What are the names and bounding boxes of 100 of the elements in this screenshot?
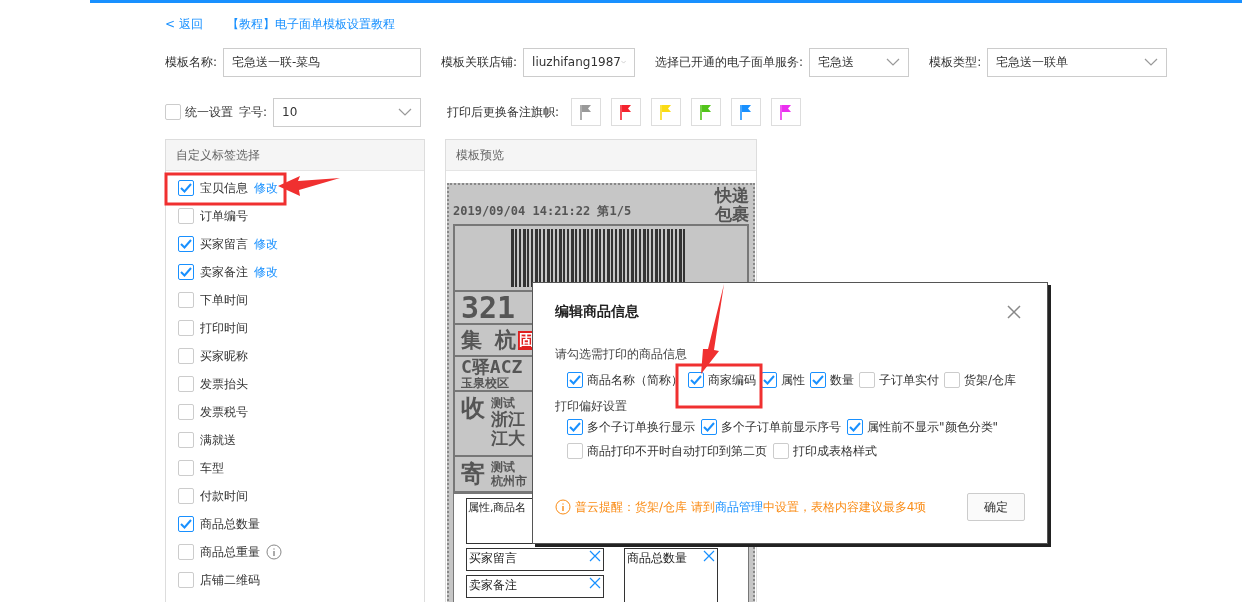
chevron-down-icon bbox=[1144, 58, 1159, 66]
tag-label: 付款时间 bbox=[200, 487, 248, 505]
flag-button[interactable] bbox=[691, 98, 722, 126]
checkbox[interactable] bbox=[178, 544, 194, 560]
checkbox[interactable] bbox=[178, 320, 194, 336]
flag-button[interactable] bbox=[731, 98, 762, 126]
checkbox[interactable] bbox=[567, 419, 583, 435]
flag-button[interactable] bbox=[571, 98, 602, 126]
option-label: 数量 bbox=[830, 371, 854, 389]
checkbox-label: 统一设置 bbox=[185, 103, 233, 121]
tag-label: 订单编号 bbox=[200, 207, 248, 225]
receiver-text: 江大 bbox=[491, 429, 525, 448]
label-timestamp: 2019/09/04 14:21:22 第1/5 bbox=[453, 203, 632, 220]
tag-label: 商品总数量 bbox=[200, 515, 260, 533]
service-text: 包裹 bbox=[715, 205, 749, 224]
checkbox[interactable] bbox=[810, 372, 826, 388]
section-title: 请勾选需打印的商品信息 bbox=[555, 346, 688, 363]
option-label: 多个子订单换行显示 bbox=[587, 418, 695, 436]
checkbox[interactable] bbox=[178, 488, 194, 504]
info-icon bbox=[555, 499, 571, 515]
tag-label: 商品总重量 bbox=[200, 543, 260, 561]
checkbox[interactable] bbox=[944, 372, 960, 388]
close-icon[interactable] bbox=[589, 550, 601, 562]
select-field[interactable]: liuzhifang1987 bbox=[523, 47, 636, 77]
checkbox[interactable] bbox=[859, 372, 875, 388]
checkbox[interactable] bbox=[178, 264, 194, 280]
flag-button[interactable] bbox=[611, 98, 642, 126]
label-field: 买家留言 bbox=[466, 548, 604, 571]
service-text: 快递 bbox=[715, 186, 749, 205]
panel-header: 模板预览 bbox=[446, 140, 756, 171]
select-field[interactable]: 宅急送 bbox=[809, 47, 910, 77]
label-field: 卖家备注 bbox=[466, 575, 604, 598]
checkbox[interactable] bbox=[178, 208, 194, 224]
checkbox[interactable] bbox=[178, 180, 194, 196]
checkbox[interactable] bbox=[773, 443, 789, 459]
flag-button[interactable] bbox=[771, 98, 802, 126]
option-label: 商家编码 bbox=[708, 371, 756, 389]
field-label: 选择已开通的电子面单服务: bbox=[655, 53, 804, 71]
field-label: 模板关联店铺: bbox=[441, 53, 518, 71]
field-label: 打印后更换备注旗帜: bbox=[447, 103, 560, 121]
option-label: 子订单实付 bbox=[879, 371, 939, 389]
info-icon[interactable] bbox=[266, 544, 282, 560]
receiver-text: 测试 bbox=[491, 396, 516, 410]
receiver-text: 浙江 bbox=[491, 410, 525, 429]
tag-label: 发票抬头 bbox=[200, 375, 248, 393]
receiver-mark: 收 bbox=[461, 396, 485, 420]
checkbox[interactable] bbox=[178, 376, 194, 392]
checkbox[interactable] bbox=[688, 372, 704, 388]
tag-label: 打印时间 bbox=[200, 319, 248, 337]
tag-label: 店铺二维码 bbox=[200, 571, 260, 589]
chevron-down-icon bbox=[398, 108, 413, 116]
tag-label: 下单时间 bbox=[200, 291, 248, 309]
route-code: 321 bbox=[461, 292, 516, 323]
option-label: 商品名称（简称） bbox=[587, 371, 683, 389]
station-name: 玉泉校区 bbox=[461, 375, 510, 390]
confirm-button[interactable]: 确定 bbox=[967, 493, 1025, 521]
close-icon[interactable] bbox=[703, 550, 715, 562]
select-field[interactable]: 10 bbox=[273, 97, 422, 127]
checkbox[interactable] bbox=[178, 572, 194, 588]
checkbox[interactable] bbox=[567, 372, 583, 388]
checkbox[interactable] bbox=[165, 104, 181, 120]
checkbox[interactable] bbox=[178, 432, 194, 448]
select-field[interactable]: 宅急送一联单 bbox=[987, 47, 1168, 77]
checkbox[interactable] bbox=[178, 348, 194, 364]
chevron-down-icon bbox=[620, 58, 627, 66]
sender-text: 测试 bbox=[491, 460, 516, 474]
option-label: 商品打印不开时自动打印到第二页 bbox=[587, 442, 767, 460]
checkbox[interactable] bbox=[847, 419, 863, 435]
label-field: 商品总数量 bbox=[624, 548, 718, 602]
option-label: 属性前不显示"颜色分类" bbox=[867, 418, 999, 436]
sender-text: 杭州市 bbox=[491, 474, 527, 488]
tag-label: 车型 bbox=[200, 459, 224, 477]
section-title: 打印偏好设置 bbox=[555, 398, 628, 415]
input-field[interactable]: 宅急送一联-菜鸟 bbox=[223, 47, 422, 77]
sender-mark: 寄 bbox=[461, 462, 485, 486]
checkbox[interactable] bbox=[178, 236, 194, 252]
checkbox[interactable] bbox=[178, 460, 194, 476]
checkbox[interactable] bbox=[178, 516, 194, 532]
notice-text: 普云提醒：货架/仓库 请到商品管理中设置，表格内容建议最多4项 bbox=[555, 498, 927, 516]
annotation-arrow bbox=[278, 176, 340, 196]
tag-label: 买家昵称 bbox=[200, 347, 248, 365]
checkbox[interactable] bbox=[178, 404, 194, 420]
station-code: C驿ACZ bbox=[461, 357, 523, 376]
close-icon[interactable] bbox=[589, 577, 601, 589]
checkbox[interactable] bbox=[567, 443, 583, 459]
tag-label: 买家留言 bbox=[200, 235, 248, 253]
field-label: 模板类型: bbox=[929, 53, 982, 71]
tag-label: 卖家备注 bbox=[200, 263, 248, 281]
panel-header: 自定义标签选择 bbox=[166, 140, 424, 171]
checkbox[interactable] bbox=[178, 292, 194, 308]
close-icon[interactable] bbox=[1007, 305, 1021, 319]
hub-text: 集 杭 bbox=[461, 329, 516, 351]
option-label: 货架/仓库 bbox=[964, 371, 1017, 389]
checkbox[interactable] bbox=[701, 419, 717, 435]
tag-label: 发票税号 bbox=[200, 403, 248, 421]
option-label: 多个子订单前显示序号 bbox=[721, 418, 841, 436]
tag-label: 宝贝信息 bbox=[200, 179, 248, 197]
dialog-title: 编辑商品信息 bbox=[555, 303, 639, 321]
field-label: 字号: bbox=[239, 103, 268, 121]
option-label: 属性 bbox=[781, 371, 805, 389]
